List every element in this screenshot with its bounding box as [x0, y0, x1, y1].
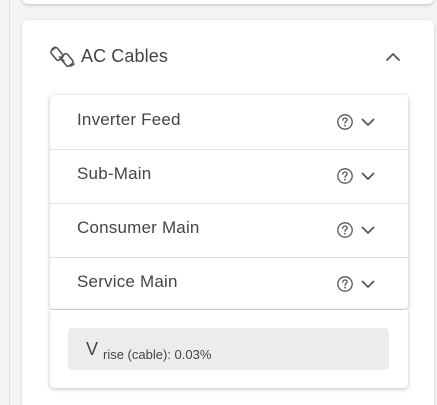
help-circle-icon[interactable] [336, 167, 354, 185]
cable-row-inverter-feed[interactable]: Inverter Feed [50, 95, 408, 150]
help-circle-icon[interactable] [336, 275, 354, 293]
cable-icon [50, 44, 76, 70]
cable-row-consumer-main[interactable]: Consumer Main [50, 203, 408, 258]
voltage-symbol: V [86, 339, 99, 359]
cable-label: Service Main [77, 272, 178, 291]
chevron-down-icon[interactable] [360, 114, 376, 130]
cable-label: Consumer Main [77, 218, 200, 237]
chevron-down-icon[interactable] [360, 222, 376, 238]
cable-list: Inverter Feed Sub-Main Consumer Main Ser… [50, 95, 408, 309]
help-circle-icon[interactable] [336, 221, 354, 239]
voltage-rise-value: rise (cable): 0.03% [103, 347, 212, 362]
cable-label: Sub-Main [77, 164, 152, 183]
voltage-rise-card: V rise (cable): 0.03% [50, 310, 408, 388]
chevron-up-icon[interactable] [384, 48, 402, 66]
cable-label: Inverter Feed [77, 110, 181, 129]
chevron-down-icon[interactable] [360, 168, 376, 184]
outer-frame [9, 0, 10, 405]
page: AC Cables Inverter Feed Sub-Main Consume… [0, 0, 437, 405]
ac-cables-section: AC Cables Inverter Feed Sub-Main Consume… [22, 20, 434, 405]
voltage-rise-readout: V rise (cable): 0.03% [68, 328, 389, 370]
cable-row-service-main[interactable]: Service Main [50, 257, 408, 309]
previous-section-card [22, 0, 434, 4]
cable-row-sub-main[interactable]: Sub-Main [50, 149, 408, 204]
section-title: AC Cables [81, 46, 168, 66]
help-circle-icon[interactable] [336, 113, 354, 131]
ac-cables-header[interactable]: AC Cables [22, 20, 434, 92]
chevron-down-icon[interactable] [360, 276, 376, 292]
